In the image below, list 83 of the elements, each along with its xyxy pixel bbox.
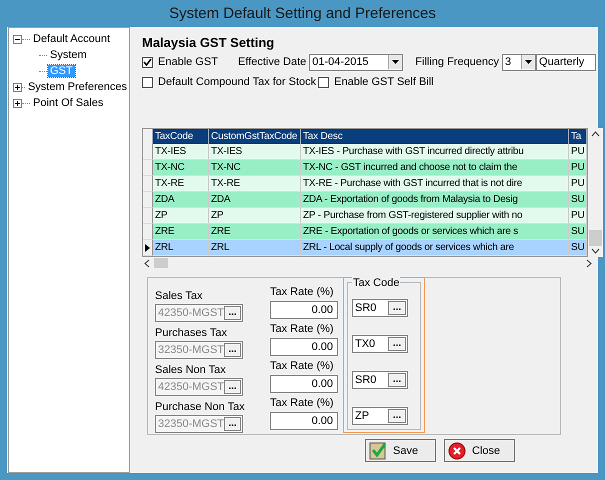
table-cell: ZRE [209, 224, 301, 240]
tree-item[interactable]: System Preferences [26, 81, 129, 93]
table-cell: TX-NC - GST incurred and choose not to claim the [301, 160, 569, 176]
tree-item[interactable]: System [48, 49, 89, 61]
row-pointer-icon [145, 244, 150, 252]
expand-icon[interactable] [13, 82, 22, 92]
table-cell: PU [569, 208, 587, 224]
table-cell: TX-RE - Purchase with GST incurred that is not dire [301, 176, 569, 192]
checkmark-icon [369, 442, 387, 460]
browse-button[interactable]: ... [388, 301, 406, 315]
table-cell: TX-IES - Purchase with GST incurred directly attribu [301, 144, 569, 160]
table-cell: PU [569, 176, 587, 192]
checkbox-label: Enable GST [158, 56, 219, 68]
browse-button[interactable]: ... [388, 409, 406, 423]
tax-code-field[interactable]: SR0 ... [352, 299, 408, 317]
scroll-thumb[interactable] [154, 258, 168, 268]
tree-item[interactable]: Default Account [31, 33, 112, 45]
field-label: Purchase Non Tax [155, 400, 246, 415]
tax-code-field[interactable]: TX0 ... [352, 335, 408, 353]
tax-code-field[interactable]: SR0 ... [352, 371, 408, 389]
table-cell: ZRL [209, 240, 301, 256]
field-label: Tax Rate (%) [270, 359, 335, 374]
close-button[interactable]: Close [444, 439, 515, 462]
field-label: Tax Rate (%) [270, 285, 335, 300]
checkbox[interactable] [142, 76, 153, 88]
column-header[interactable]: TaxCode [153, 129, 209, 144]
check-icon [143, 58, 152, 66]
scroll-thumb[interactable] [589, 230, 602, 246]
scroll-left-icon[interactable] [144, 258, 150, 268]
table-cell: ZRE - Exportation of goods or services which are s [301, 224, 569, 240]
field-label: Sales Tax [155, 289, 204, 304]
date-dropdown[interactable]: 01-04-2015 [309, 54, 404, 70]
table-cell: ZDA [209, 192, 301, 208]
dropdown-arrow-icon[interactable] [392, 60, 400, 64]
field-label: Tax Rate (%) [270, 396, 335, 411]
table-cell: ZP [209, 208, 301, 224]
scroll-right-icon[interactable] [586, 258, 592, 268]
column-header[interactable]: Ta [569, 129, 587, 144]
field-label: Purchases Tax [155, 326, 228, 341]
browse-button[interactable]: ... [388, 373, 406, 387]
expand-icon[interactable] [13, 98, 22, 108]
table-cell: TX-IES [153, 144, 209, 160]
table-cell: PU [569, 160, 587, 176]
field-label: Tax Rate (%) [270, 322, 335, 337]
table-cell: ZP - Purchase from GST-registered supplier with no [301, 208, 569, 224]
table-cell: TX-NC [153, 160, 209, 176]
tree-item[interactable]: Point Of Sales [31, 97, 106, 109]
save-button[interactable]: Save [365, 439, 436, 462]
table-cell: TX-NC [209, 160, 301, 176]
table-cell: SU [569, 224, 587, 240]
field-label: Sales Non Tax [155, 363, 227, 378]
browse-button[interactable]: ... [388, 337, 406, 351]
group-title: Tax Code [352, 277, 400, 289]
field-label: Filling Frequency [415, 56, 500, 68]
table-cell: SU [569, 192, 587, 208]
table-cell: ZRE [153, 224, 209, 240]
tax-code-field[interactable]: ZP ... [352, 407, 408, 425]
table-cell: ZRL - Local supply of goods or services which are [301, 240, 569, 256]
close-icon [448, 442, 466, 460]
table-cell: SU [569, 240, 587, 256]
period-field: Quarterly [536, 54, 596, 70]
checkbox-label: Default Compound Tax for Stock [158, 76, 316, 88]
frequency-dropdown[interactable]: 3 [502, 54, 536, 70]
table-cell: TX-RE [153, 176, 209, 192]
table-cell: TX-IES [209, 144, 301, 160]
checkbox-label: Enable GST Self Bill [334, 76, 434, 88]
collapse-icon[interactable] [13, 34, 22, 44]
column-header[interactable]: CustomGstTaxCode [209, 129, 301, 144]
table-cell: ZP [153, 208, 209, 224]
column-header[interactable]: Tax Desc [301, 129, 569, 144]
section-heading: Malaysia GST Setting [142, 35, 276, 50]
scroll-up-icon[interactable] [591, 131, 600, 137]
table-cell: PU [569, 144, 587, 160]
scroll-down-icon[interactable] [591, 248, 600, 254]
window-title: System Default Setting and Preferences [168, 4, 437, 24]
dropdown-arrow-icon[interactable] [525, 60, 532, 64]
checkbox[interactable] [142, 56, 153, 68]
table-cell: ZDA - Exportation of goods from Malaysia to Desig [301, 192, 569, 208]
table-cell: TX-RE [209, 176, 301, 192]
table-cell: ZRL [153, 240, 209, 256]
field-label: Effective Date [238, 56, 306, 68]
table-cell: ZDA [153, 192, 209, 208]
checkbox[interactable] [318, 76, 330, 88]
